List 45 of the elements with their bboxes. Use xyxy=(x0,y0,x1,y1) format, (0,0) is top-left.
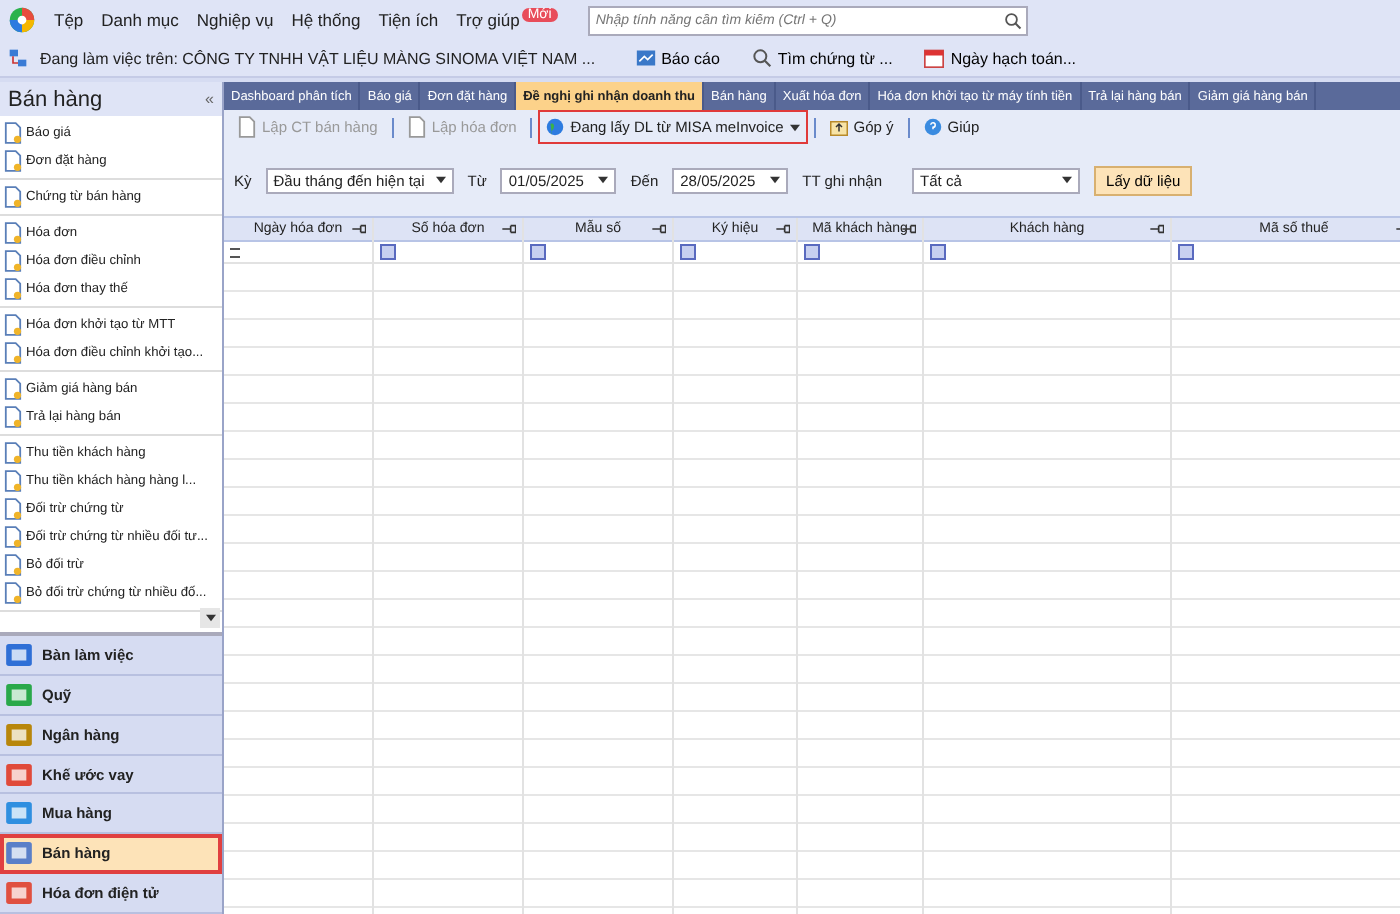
company-tree-icon xyxy=(8,48,28,68)
app-logo-icon xyxy=(8,6,36,34)
pin-icon xyxy=(652,224,666,234)
menu-item[interactable]: Nghiệp vụ xyxy=(196,10,274,30)
bank-icon xyxy=(6,723,32,746)
note-icon xyxy=(829,116,848,138)
equals-icon[interactable] xyxy=(230,247,240,257)
pin-icon xyxy=(502,224,516,234)
filter-operator-icon[interactable] xyxy=(804,244,820,260)
calendar-icon xyxy=(924,48,945,68)
chart-icon xyxy=(635,48,656,68)
globe-icon xyxy=(546,116,565,138)
sidebar-title: Bán hàng xyxy=(8,87,103,111)
toolbar-button[interactable]: Tìm chứng từ ... xyxy=(751,48,913,68)
pin-icon xyxy=(352,224,366,234)
toolbar-button[interactable]: Báo cáo xyxy=(635,48,740,68)
toolbar-button[interactable]: Ngày hạch toán... xyxy=(924,48,1097,68)
filter-operator-icon[interactable] xyxy=(930,244,946,260)
caret-icon xyxy=(598,176,609,184)
help-icon xyxy=(923,116,942,138)
filter-operator-icon[interactable] xyxy=(380,244,396,260)
caret-icon xyxy=(789,123,800,131)
menu-item[interactable]: Tiện ích xyxy=(378,10,439,30)
filter-operator-icon[interactable] xyxy=(530,244,546,260)
cart-icon xyxy=(6,802,32,825)
document-icon xyxy=(238,116,256,138)
caret-icon xyxy=(205,614,215,622)
document-icon xyxy=(407,116,426,138)
search-icon xyxy=(751,48,772,68)
collapse-button[interactable]: « xyxy=(205,90,214,108)
filter-operator-icon[interactable] xyxy=(1178,244,1194,260)
caret-icon xyxy=(1062,176,1073,184)
menu-item[interactable]: Hệ thống xyxy=(291,10,361,30)
menu-item[interactable]: Danh mục xyxy=(101,10,179,30)
workspace-label: Đang làm việc trên: CÔNG TY TNHH VẬT LIỆU MÀNG SINOMA VIỆT NAM ... xyxy=(40,49,596,67)
menu-item[interactable]: Trợ giúp xyxy=(456,10,520,30)
menu-item[interactable]: Tệp xyxy=(54,10,84,30)
scroll-down-button[interactable] xyxy=(200,608,220,628)
caret-icon xyxy=(770,176,781,184)
pin-icon xyxy=(776,224,790,234)
filter-operator-icon[interactable] xyxy=(680,244,696,260)
store-icon xyxy=(6,842,32,865)
pin-icon xyxy=(1150,224,1164,234)
search-icon xyxy=(1003,11,1022,29)
caret-icon xyxy=(435,176,446,184)
